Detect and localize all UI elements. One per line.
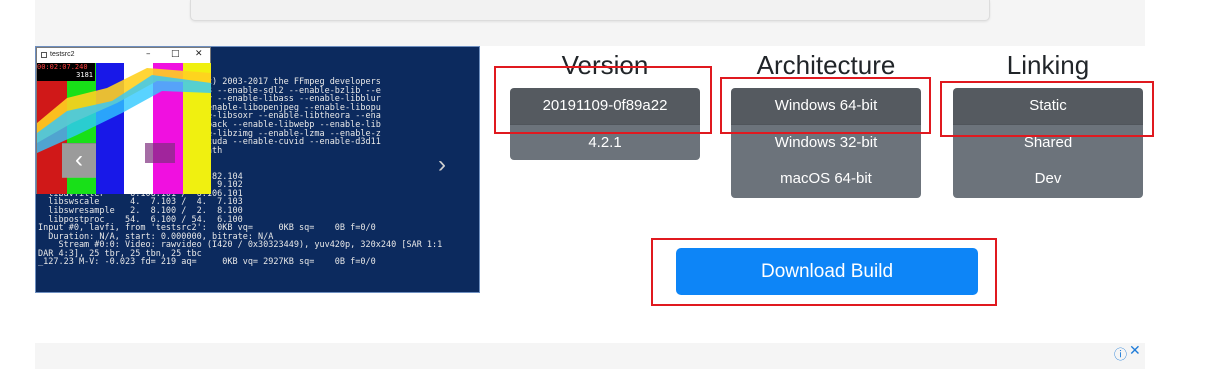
maximize-icon: □ [171, 49, 180, 59]
video-window-titlebar: testsrc2 – □ ✕ [37, 48, 210, 63]
architecture-option[interactable]: Windows 32-bit [731, 124, 921, 161]
time-overlay: 00:02:07.240 3181 [37, 63, 95, 81]
download-build-button[interactable]: Download Build [676, 248, 978, 295]
top-card [190, 0, 990, 21]
carousel-prev-button[interactable]: ‹ [62, 144, 96, 178]
ad-banner [35, 343, 1145, 369]
version-option-selected[interactable]: 20191109-0f89a22 [510, 88, 700, 124]
architecture-heading: Architecture [756, 50, 896, 80]
carousel-next-button[interactable]: › [438, 151, 446, 179]
minimize-icon: – [146, 49, 151, 59]
linking-heading: Linking [1006, 50, 1090, 80]
close-icon: ✕ [195, 49, 203, 59]
ad-info-icon[interactable]: ⓘ [1114, 344, 1127, 363]
screenshot-carousel: 3f Copyright (c) 2003-2017 the FFmpeg de… [35, 46, 480, 293]
linking-option[interactable]: Dev [953, 161, 1143, 198]
version-heading: Version [561, 50, 649, 80]
osd-time: 00:02:07.240 [37, 63, 88, 71]
chevron-left-icon: ‹ [75, 146, 83, 173]
osd-frame: 3181 [76, 71, 93, 79]
version-option[interactable]: 4.2.1 [510, 124, 700, 160]
linking-option-selected[interactable]: Static [953, 88, 1143, 124]
video-window-title: testsrc2 [50, 51, 75, 58]
download-page: 3f Copyright (c) 2003-2017 the FFmpeg de… [0, 0, 1232, 369]
ad-close-icon[interactable]: ✕ [1129, 343, 1141, 359]
linking-option[interactable]: Shared [953, 124, 1143, 161]
terminal-line: _127.23 M-V: -0.023 fd= 219 aq= 0KB vq= … [38, 257, 376, 268]
architecture-option-selected[interactable]: Windows 64-bit [731, 88, 921, 124]
window-app-icon [41, 52, 47, 58]
architecture-option[interactable]: macOS 64-bit [731, 161, 921, 198]
chevron-right-icon: › [438, 151, 446, 178]
